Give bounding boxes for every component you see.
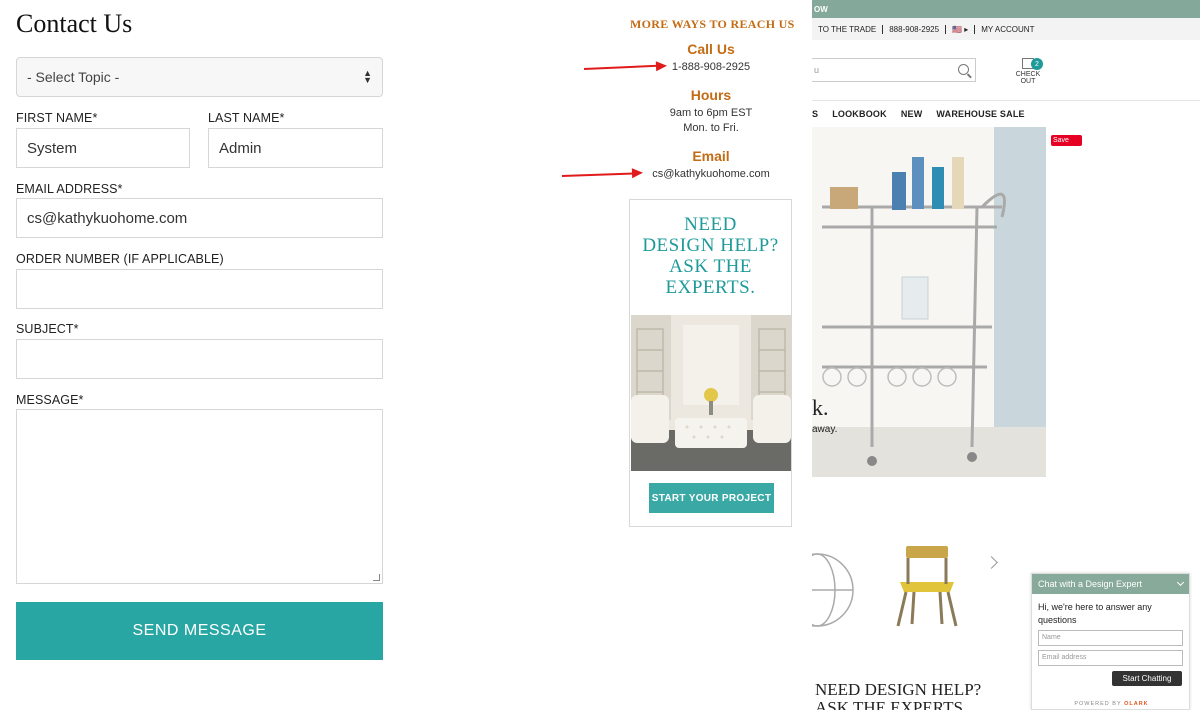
site-design-help-heading: NEED DESIGN HELP? ASK THE EXPERTS [815,680,982,710]
design-help-ad[interactable]: NEED DESIGN HELP? ASK THE EXPERTS. START [629,199,792,527]
nav-item-partial[interactable]: S [812,109,818,119]
email-field[interactable]: cs@kathykuohome.com [16,198,383,238]
subject-label: SUBJECT* [16,322,79,336]
first-name-field[interactable]: System [16,128,190,168]
send-message-button[interactable]: SEND MESSAGE [16,602,383,660]
order-number-field[interactable] [16,269,383,309]
hours-heading: Hours [690,87,732,103]
product-sphere-image[interactable] [812,550,857,635]
utility-phone[interactable]: 888-908-2925 [883,24,947,34]
more-ways-title: MORE WAYS TO REACH US [630,17,795,31]
topic-select-value: - Select Topic - [27,69,120,85]
page-title: Contact Us [16,9,133,38]
topic-select[interactable]: - Select Topic - ▲ ▼ [16,57,383,97]
chat-welcome-message: Hi, we're here to answer any questions [1038,602,1152,625]
last-name-label: LAST NAME* [208,111,285,125]
my-account-link[interactable]: MY ACCOUNT [975,25,1040,34]
chat-header-title: Chat with a Design Expert [1038,579,1143,589]
product-chair-image[interactable] [892,544,962,633]
site-search-input[interactable]: u [812,58,976,82]
website-preview: OW TO THE TRADE 888-908-2925 🇺🇸 ▸ MY ACC… [812,0,1200,710]
chat-name-input[interactable]: Name [1038,630,1183,646]
order-number-label: ORDER NUMBER (IF APPLICABLE) [16,252,224,266]
ad-headline: NEED DESIGN HELP? ASK THE EXPERTS. [642,214,779,298]
select-arrows-icon: ▲ ▼ [363,68,372,85]
pinterest-save-button[interactable]: Save [1051,135,1082,146]
hero-subtext-partial: away. [812,424,838,435]
powered-by-olark: POWERED BY OLARK [1074,701,1149,707]
promo-bar[interactable]: OW [812,0,1200,18]
utility-bar: TO THE TRADE 888-908-2925 🇺🇸 ▸ MY ACCOUN… [812,18,1200,40]
trade-link[interactable]: TO THE TRADE [812,24,884,34]
call-us-heading: Call Us [687,41,735,57]
chat-header[interactable]: Chat with a Design Expert [1032,574,1189,594]
chat-email-input[interactable]: Email address [1038,650,1183,666]
living-room-image [631,315,791,471]
start-chatting-button[interactable]: Start Chatting [1112,671,1182,686]
nav-item-lookbook[interactable]: LOOKBOOK [832,109,887,119]
chat-widget: Chat with a Design Expert Hi, we're here… [1031,573,1190,710]
cart-count-badge: 2 [1031,58,1043,70]
carousel-next-icon[interactable] [985,556,998,569]
message-textarea[interactable] [16,409,383,584]
checkout-label: CHECK OUT [1015,71,1041,85]
subject-field[interactable] [16,339,383,379]
first-name-label: FIRST NAME* [16,111,98,125]
bar-cart-hero-image[interactable] [812,127,1046,477]
resize-grip-icon[interactable] [373,574,380,581]
site-nav: S LOOKBOOK NEW WAREHOUSE SALE [812,100,1200,126]
email-heading: Email [692,148,730,164]
chevron-down-icon[interactable] [1176,578,1185,587]
start-project-button[interactable]: START YOUR PROJECT [649,483,774,513]
hero-headline-partial: k. [812,395,829,420]
email-label: EMAIL ADDRESS* [16,182,123,196]
last-name-field[interactable]: Admin [208,128,383,168]
flag-icon[interactable]: 🇺🇸 ▸ [946,24,976,34]
hours-line-2: Mon. to Fri. [683,122,739,134]
search-icon[interactable] [958,64,969,75]
nav-item-new[interactable]: NEW [901,109,923,119]
nav-item-warehouse-sale[interactable]: WAREHOUSE SALE [936,109,1024,119]
hours-line-1: 9am to 6pm EST [669,107,753,119]
message-label: MESSAGE* [16,393,84,407]
search-placeholder: u [814,65,820,75]
